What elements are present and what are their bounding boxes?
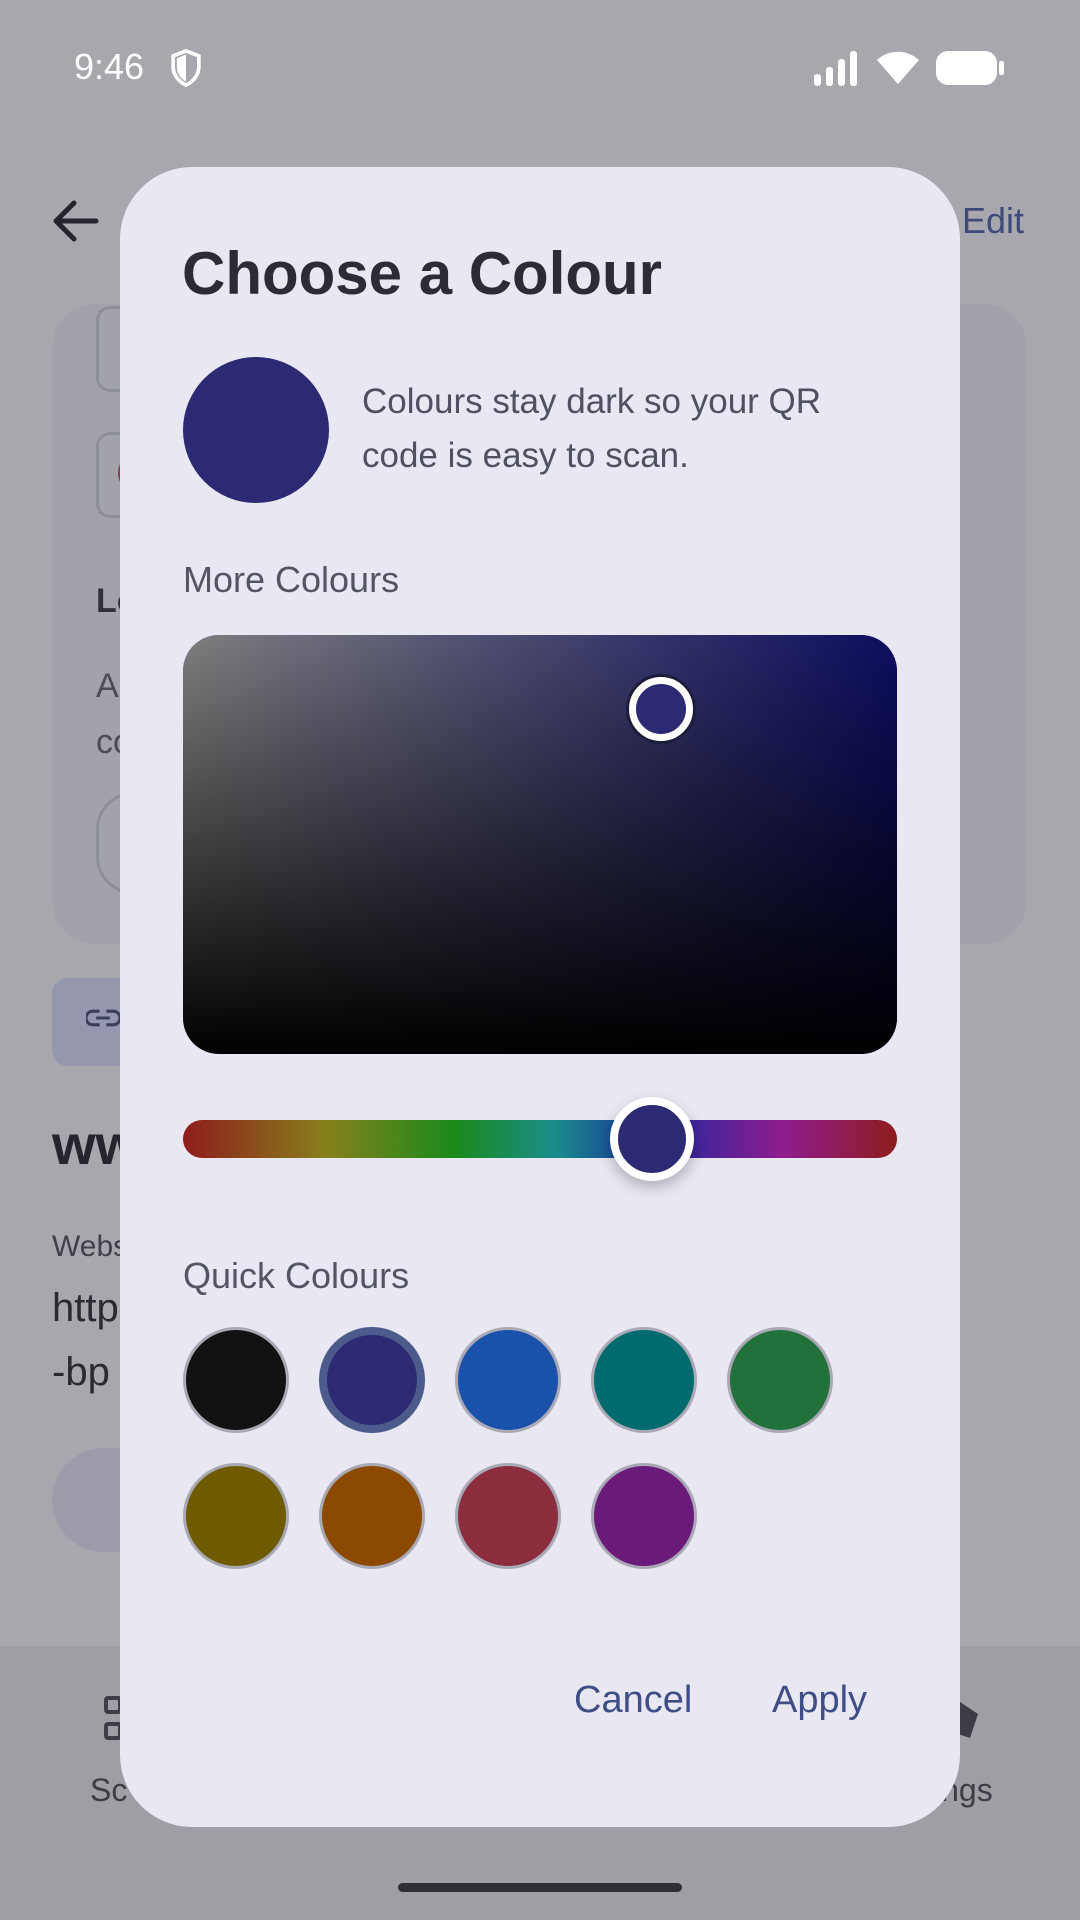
dialog-description: Colours stay dark so your QR code is eas… xyxy=(362,382,822,475)
battery-icon xyxy=(936,51,1004,85)
status-time: 9:46 xyxy=(74,46,145,87)
colour-picker-dialog: Choose a Colour Colours stay dark so you… xyxy=(120,167,960,1827)
background-url-line: http xyxy=(52,1286,119,1330)
hue-slider-thumb[interactable] xyxy=(610,1097,694,1181)
shield-icon xyxy=(171,48,201,88)
link-icon xyxy=(86,1009,120,1027)
saturation-value-picker[interactable] xyxy=(183,635,897,1054)
more-colours-label: More Colours xyxy=(183,559,400,600)
background-url: http -bp xyxy=(52,1276,119,1404)
background-website-label: Webs xyxy=(52,1230,129,1263)
quick-colour-swatch-orange[interactable] xyxy=(319,1463,425,1569)
nav-item-scan-label: Sc xyxy=(90,1772,128,1808)
quick-colour-swatch-teal[interactable] xyxy=(591,1327,697,1433)
background-url-line: -bp xyxy=(52,1350,110,1394)
hue-slider-track[interactable] xyxy=(183,1120,897,1158)
quick-colour-swatch-blue[interactable] xyxy=(455,1327,561,1433)
quick-colour-swatch-black[interactable] xyxy=(183,1327,289,1433)
edit-button[interactable]: Edit xyxy=(962,200,1024,242)
value-gradient xyxy=(183,635,897,1054)
wifi-icon xyxy=(877,51,919,84)
status-bar: 9:46 xyxy=(0,0,1080,135)
back-arrow-icon[interactable] xyxy=(50,198,100,244)
cancel-button[interactable]: Cancel xyxy=(574,1679,692,1722)
quick-colour-swatch-purple[interactable] xyxy=(591,1463,697,1569)
quick-colour-swatch-crimson[interactable] xyxy=(455,1463,561,1569)
colour-preview xyxy=(183,357,329,503)
apply-button[interactable]: Apply xyxy=(772,1679,867,1722)
dialog-title: Choose a Colour xyxy=(182,240,663,307)
quick-colour-swatch-indigo[interactable] xyxy=(319,1327,425,1433)
saturation-value-thumb[interactable] xyxy=(629,677,693,741)
quick-colours-label: Quick Colours xyxy=(183,1255,410,1296)
quick-colour-swatch-olive[interactable] xyxy=(183,1463,289,1569)
home-indicator xyxy=(398,1883,682,1892)
signal-icon xyxy=(814,51,857,86)
quick-colour-swatch-green[interactable] xyxy=(727,1327,833,1433)
